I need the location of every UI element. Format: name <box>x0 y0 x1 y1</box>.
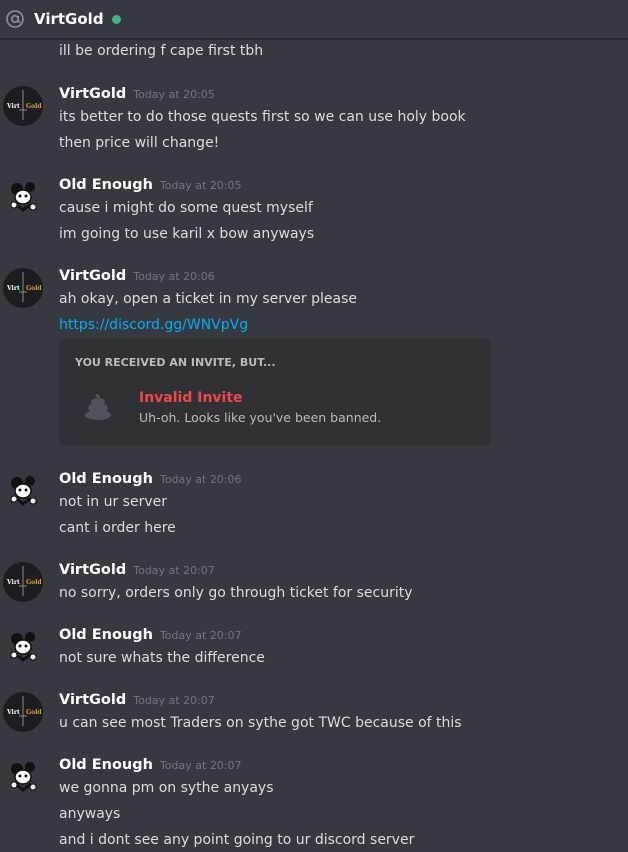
username[interactable]: VirtGold <box>59 562 126 578</box>
message-text: and i dont see any point going to ur dis… <box>59 832 415 848</box>
cartoon-character-avatar <box>3 471 43 511</box>
message-text: no sorry, orders only go through ticket … <box>59 585 413 601</box>
avatar[interactable] <box>3 86 43 126</box>
message-header: Old Enough Today at 20:07 <box>59 627 242 643</box>
avatar[interactable] <box>3 692 43 732</box>
avatar[interactable] <box>3 177 43 217</box>
message-header: VirtGold Today at 20:05 <box>59 86 215 102</box>
message-text: its better to do those quests first so w… <box>59 109 466 125</box>
poop-icon <box>85 393 111 420</box>
message-header: VirtGold Today at 20:07 <box>59 692 215 708</box>
message-text: not in ur server <box>59 494 167 510</box>
timestamp[interactable]: Today at 20:07 <box>133 694 215 707</box>
message-text: we gonna pm on sythe anyays <box>59 780 274 796</box>
cartoon-character-avatar <box>3 177 43 217</box>
username[interactable]: VirtGold <box>59 268 126 284</box>
virtgold-logo-avatar <box>3 692 43 732</box>
message-text: im going to use karil x bow anyways <box>59 226 315 242</box>
username[interactable]: Old Enough <box>59 627 153 643</box>
message-header: Old Enough Today at 20:05 <box>59 177 242 193</box>
invite-heading: YOU RECEIVED AN INVITE, BUT... <box>75 356 276 369</box>
message-text: cause i might do some quest myself <box>59 200 313 216</box>
timestamp[interactable]: Today at 20:05 <box>133 88 215 101</box>
avatar[interactable] <box>3 268 43 308</box>
channel-header: VirtGold <box>0 0 628 39</box>
timestamp[interactable]: Today at 20:07 <box>160 759 242 772</box>
message-list: ill be ordering f cape first tbh VirtGol… <box>0 0 628 852</box>
avatar[interactable] <box>3 471 43 511</box>
message-text: not sure whats the difference <box>59 650 265 666</box>
avatar[interactable] <box>3 757 43 797</box>
message-header: VirtGold Today at 20:06 <box>59 268 215 284</box>
virtgold-logo-avatar <box>3 268 43 308</box>
virtgold-logo-avatar <box>3 86 43 126</box>
timestamp[interactable]: Today at 20:07 <box>160 629 242 642</box>
at-icon <box>4 8 26 30</box>
username[interactable]: Old Enough <box>59 757 153 773</box>
channel-title: VirtGold <box>34 10 104 28</box>
timestamp[interactable]: Today at 20:06 <box>160 473 242 486</box>
invite-embed: YOU RECEIVED AN INVITE, BUT... Invalid I… <box>59 339 491 446</box>
message-text: then price will change! <box>59 135 220 151</box>
online-status-dot <box>111 14 121 24</box>
timestamp[interactable]: Today at 20:06 <box>133 270 215 283</box>
invite-title: Invalid Invite <box>139 390 243 406</box>
message-text: ah okay, open a ticket in my server plea… <box>59 291 357 307</box>
avatar[interactable] <box>3 562 43 602</box>
virtgold-logo-avatar <box>3 562 43 602</box>
timestamp[interactable]: Today at 20:07 <box>133 564 215 577</box>
invite-subtitle: Uh-oh. Looks like you've been banned. <box>139 410 382 425</box>
message-header: Old Enough Today at 20:06 <box>59 471 242 487</box>
username[interactable]: Old Enough <box>59 177 153 193</box>
cartoon-character-avatar <box>3 627 43 667</box>
message-text: u can see most Traders on sythe got TWC … <box>59 715 462 731</box>
message-text: ill be ordering f cape first tbh <box>59 43 264 59</box>
message-header: VirtGold Today at 20:07 <box>59 562 215 578</box>
invite-link[interactable]: https://discord.gg/WNVpVg <box>59 317 248 333</box>
cartoon-character-avatar <box>3 757 43 797</box>
username[interactable]: VirtGold <box>59 86 126 102</box>
username[interactable]: Old Enough <box>59 471 153 487</box>
message-text: cant i order here <box>59 520 176 536</box>
message-header: Old Enough Today at 20:07 <box>59 757 242 773</box>
message-text: anyways <box>59 806 121 822</box>
avatar[interactable] <box>3 627 43 667</box>
timestamp[interactable]: Today at 20:05 <box>160 179 242 192</box>
username[interactable]: VirtGold <box>59 692 126 708</box>
